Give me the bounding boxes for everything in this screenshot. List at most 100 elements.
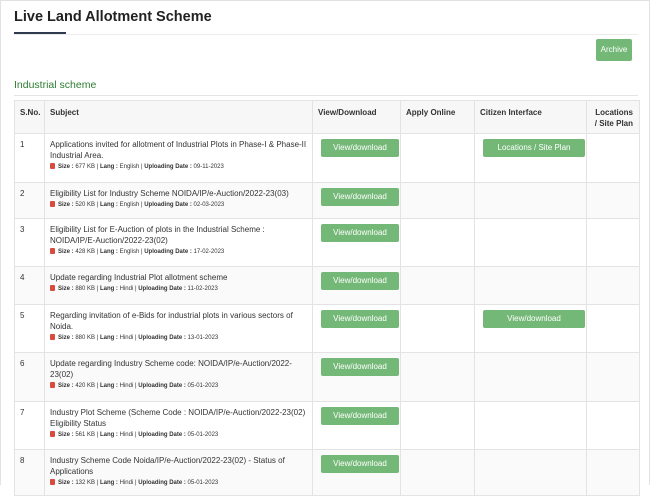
file-size: 428 KB bbox=[75, 249, 96, 255]
file-meta: Size : 561 KB | Lang : Hindi | Uploading… bbox=[50, 431, 307, 439]
cell-sno: 8 bbox=[14, 449, 45, 496]
cell-view-download: View/download bbox=[312, 304, 401, 353]
size-label: Size : bbox=[58, 480, 74, 486]
lang-label: Lang : bbox=[99, 432, 118, 438]
view-download-button[interactable]: View/download bbox=[321, 455, 399, 473]
cell-apply-online bbox=[400, 182, 475, 219]
size-label: Size : bbox=[58, 249, 74, 255]
view-download-button[interactable]: View/download bbox=[321, 224, 399, 242]
cell-sno: 7 bbox=[14, 401, 45, 450]
upload-date: 11-02-2023 bbox=[187, 286, 218, 292]
file-meta: Size : 677 KB | Lang : English | Uploadi… bbox=[50, 163, 307, 171]
view-download-button[interactable]: View/download bbox=[321, 188, 399, 206]
upload-date: 05-01-2023 bbox=[187, 383, 219, 389]
view-download-button[interactable]: View/download bbox=[321, 272, 399, 290]
cell-view-download: View/download bbox=[312, 182, 401, 219]
lang-label: Lang : bbox=[99, 480, 118, 486]
table-row: 3 Eligibility List for E-Auction of plot… bbox=[14, 218, 640, 267]
cell-apply-online bbox=[400, 266, 475, 305]
pdf-icon bbox=[50, 334, 55, 340]
file-lang: Hindi bbox=[119, 383, 134, 389]
cell-citizen-interface bbox=[474, 182, 587, 219]
pdf-icon bbox=[50, 163, 55, 169]
cell-apply-online bbox=[400, 304, 475, 353]
file-lang: Hindi bbox=[119, 286, 134, 292]
cell-citizen-interface: View/download bbox=[474, 304, 587, 353]
row-subject: Eligibility List for Industry Scheme NOI… bbox=[50, 189, 289, 198]
cell-sno: 2 bbox=[14, 182, 45, 219]
upload-date: 05-01-2023 bbox=[187, 432, 219, 438]
archive-button[interactable]: Archive bbox=[596, 39, 632, 61]
upload-date: 17-02-2023 bbox=[193, 249, 225, 255]
size-label: Size : bbox=[58, 286, 74, 292]
cell-view-download: View/download bbox=[312, 352, 401, 402]
lang-label: Lang : bbox=[99, 164, 118, 170]
cell-apply-online bbox=[400, 218, 475, 267]
cell-subject: Update regarding Industry Scheme code: N… bbox=[44, 352, 313, 402]
row-subject: Regarding invitation of e-Bids for indus… bbox=[50, 311, 293, 331]
table-row: 5 Regarding invitation of e-Bids for ind… bbox=[14, 304, 640, 353]
size-label: Size : bbox=[58, 335, 74, 341]
date-label: Uploading Date : bbox=[138, 383, 186, 389]
citizen-interface-button[interactable]: View/download bbox=[483, 310, 585, 328]
cell-sno: 4 bbox=[14, 266, 45, 305]
row-number: 4 bbox=[20, 273, 25, 282]
cell-subject: Industry Scheme Code Noida/IP/e-Auction/… bbox=[44, 449, 313, 496]
page-title: Live Land Allotment Scheme bbox=[14, 9, 212, 25]
cell-citizen-interface bbox=[474, 401, 587, 450]
cell-view-download: View/download bbox=[312, 266, 401, 305]
file-meta: Size : 428 KB | Lang : English | Uploadi… bbox=[50, 248, 307, 256]
file-meta: Size : 880 KB | Lang : Hindi | Uploading… bbox=[50, 334, 307, 342]
cell-locations-site-plan bbox=[586, 449, 640, 496]
size-label: Size : bbox=[58, 164, 74, 170]
table-header-row: S.No. Subject View/Download Apply Online… bbox=[14, 100, 640, 134]
row-subject: Update regarding Industry Scheme code: N… bbox=[50, 359, 292, 379]
file-meta: Size : 520 KB | Lang : English | Uploadi… bbox=[50, 201, 307, 209]
lang-label: Lang : bbox=[99, 202, 118, 208]
date-label: Uploading Date : bbox=[144, 164, 192, 170]
file-size: 420 KB bbox=[75, 383, 96, 389]
pdf-icon bbox=[50, 248, 55, 254]
table-row: 4 Update regarding Industrial Plot allot… bbox=[14, 266, 640, 305]
cell-sno: 5 bbox=[14, 304, 45, 353]
cell-view-download: View/download bbox=[312, 218, 401, 267]
section-title: Industrial scheme bbox=[14, 79, 97, 91]
file-meta: Size : 880 KB | Lang : Hindi | Uploading… bbox=[50, 285, 307, 293]
file-lang: Hindi bbox=[119, 335, 134, 341]
row-number: 3 bbox=[20, 225, 25, 234]
cell-locations-site-plan bbox=[586, 304, 640, 353]
cell-view-download: View/download bbox=[312, 401, 401, 450]
pdf-icon bbox=[50, 382, 55, 388]
view-download-button[interactable]: View/download bbox=[321, 139, 399, 157]
header-view-download: View/Download bbox=[312, 100, 401, 134]
lang-label: Lang : bbox=[99, 249, 118, 255]
cell-subject: Eligibility List for Industry Scheme NOI… bbox=[44, 182, 313, 219]
upload-date: 02-03-2023 bbox=[193, 202, 225, 208]
row-number: 7 bbox=[20, 408, 25, 417]
view-download-button[interactable]: View/download bbox=[321, 358, 399, 376]
cell-citizen-interface bbox=[474, 266, 587, 305]
file-size: 677 KB bbox=[75, 164, 96, 170]
cell-sno: 6 bbox=[14, 352, 45, 402]
title-divider bbox=[14, 34, 638, 35]
view-download-button[interactable]: View/download bbox=[321, 310, 399, 328]
file-meta: Size : 132 KB | Lang : Hindi | Uploading… bbox=[50, 479, 307, 487]
view-download-button[interactable]: View/download bbox=[321, 407, 399, 425]
row-number: 5 bbox=[20, 311, 25, 320]
pdf-icon bbox=[50, 479, 55, 485]
header-locations-site-plan: Locations / Site Plan bbox=[586, 100, 640, 134]
cell-apply-online bbox=[400, 352, 475, 402]
file-lang: Hindi bbox=[119, 432, 134, 438]
pdf-icon bbox=[50, 431, 55, 437]
scheme-table: S.No. Subject View/Download Apply Online… bbox=[14, 100, 640, 496]
cell-citizen-interface bbox=[474, 449, 587, 496]
citizen-interface-button[interactable]: Locations / Site Plan bbox=[483, 139, 585, 157]
section-divider bbox=[14, 95, 638, 96]
cell-subject: Applications invited for allotment of In… bbox=[44, 133, 313, 183]
header-sno: S.No. bbox=[14, 100, 45, 134]
table-row: 8 Industry Scheme Code Noida/IP/e-Auctio… bbox=[14, 449, 640, 496]
row-subject: Industry Scheme Code Noida/IP/e-Auction/… bbox=[50, 456, 285, 476]
table-row: 1 Applications invited for allotment of … bbox=[14, 133, 640, 183]
file-lang: English bbox=[119, 202, 140, 208]
row-number: 6 bbox=[20, 359, 25, 368]
